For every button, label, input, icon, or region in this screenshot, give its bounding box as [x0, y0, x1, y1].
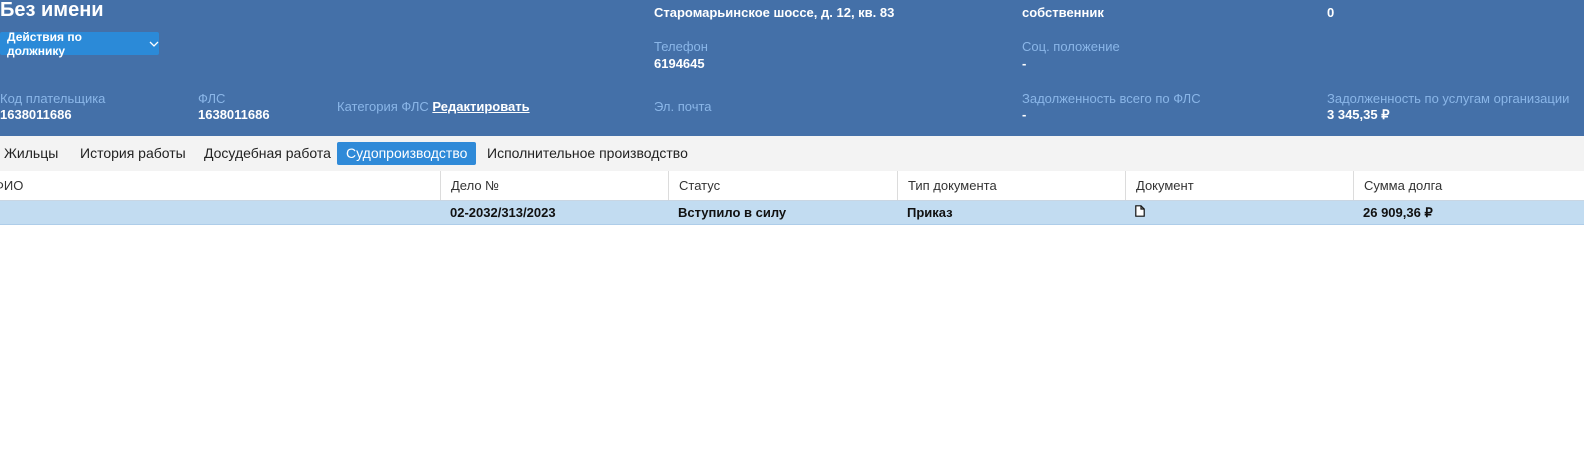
social-status-value: -: [1022, 56, 1027, 71]
debt-org-label: Задолженность по услугам организации: [1327, 91, 1570, 106]
fls-label: ФЛС: [198, 91, 226, 106]
column-header-case-no[interactable]: Дело №: [440, 171, 668, 200]
fls-category-label: Категория ФЛС: [337, 99, 429, 114]
fls-category: Категория ФЛС Редактировать: [337, 99, 530, 114]
cell-document: [1125, 201, 1353, 224]
cell-debt-amount: 26 909,36 ₽: [1363, 205, 1433, 220]
tab-enforcement-proceedings[interactable]: Исполнительное производство: [481, 142, 694, 165]
tab-bar: Жильцы История работы Досудебная работа …: [0, 136, 1584, 171]
cell-case-no: 02-2032/313/2023: [450, 205, 556, 220]
debt-total-value: -: [1022, 107, 1027, 122]
column-header-doc-type[interactable]: Тип документа: [897, 171, 1125, 200]
address-value: Старомарьинское шоссе, д. 12, кв. 83: [654, 5, 895, 20]
column-header-status[interactable]: Статус: [668, 171, 897, 200]
cell-doc-type: Приказ: [907, 205, 953, 220]
payer-code-label: Код плательщика: [0, 91, 106, 106]
cell-fio: [0, 201, 440, 224]
payer-code-value: 1638011686: [0, 107, 72, 122]
tab-residents[interactable]: Жильцы: [0, 142, 64, 165]
social-status-label: Соц. положение: [1022, 39, 1120, 54]
debt-org-value: 3 345,35 ₽: [1327, 107, 1390, 122]
debt-total-label: Задолженность всего по ФЛС: [1022, 91, 1201, 106]
cell-status: Вступило в силу: [678, 205, 787, 220]
phone-label: Телефон: [654, 39, 708, 54]
fls-value: 1638011686: [198, 107, 270, 122]
tab-work-history[interactable]: История работы: [74, 142, 192, 165]
debtor-actions-label: Действия по должнику: [7, 29, 82, 58]
edit-category-link[interactable]: Редактировать: [432, 99, 529, 114]
column-header-document[interactable]: Документ: [1125, 171, 1353, 200]
document-icon[interactable]: [1135, 201, 1145, 224]
ownership-value: собственник: [1022, 5, 1104, 20]
chevron-down-icon: [149, 40, 159, 48]
email-label: Эл. почта: [654, 99, 712, 114]
page-title: Без имени: [0, 0, 104, 21]
tab-court-proceedings[interactable]: Судопроизводство: [337, 142, 477, 165]
table-row[interactable]: 02-2032/313/2023 Вступило в силу Приказ …: [0, 201, 1584, 225]
tab-pretrial-work[interactable]: Досудебная работа: [198, 142, 337, 165]
table-header: ФИО Дело № Статус Тип документа Документ…: [0, 171, 1584, 201]
debtor-header: Без имени Действия по должнику Старомарь…: [0, 0, 1584, 136]
top-right-value: 0: [1327, 5, 1335, 20]
phone-value: 6194645: [654, 56, 705, 71]
column-header-fio[interactable]: ФИО: [0, 171, 440, 200]
debtor-actions-button[interactable]: Действия по должнику: [0, 29, 159, 58]
column-header-debt-amount[interactable]: Сумма долга: [1353, 171, 1584, 200]
